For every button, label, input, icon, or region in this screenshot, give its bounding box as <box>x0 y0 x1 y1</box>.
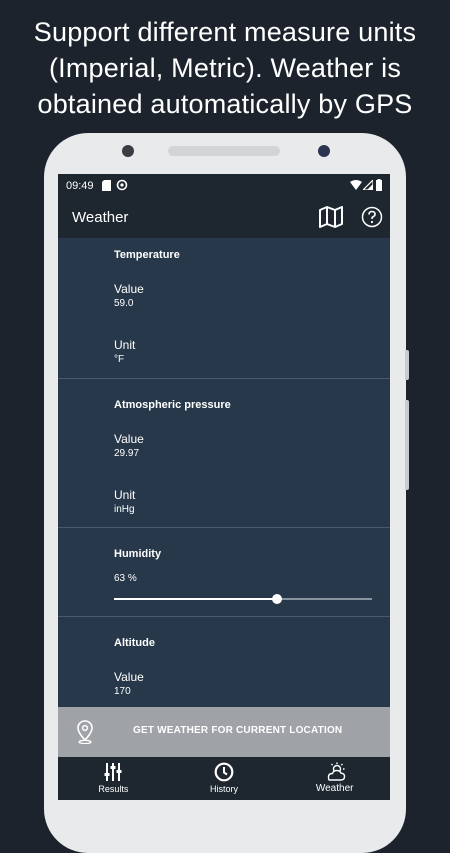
section-divider <box>58 616 390 617</box>
map-icon[interactable] <box>319 206 343 228</box>
pressure-unit[interactable]: inHg <box>114 504 135 515</box>
pressure-value-label: Value <box>114 432 144 446</box>
sync-icon <box>116 179 128 191</box>
pressure-unit-label: Unit <box>114 488 136 502</box>
phone-speaker <box>168 146 280 156</box>
nav-history-label: History <box>210 784 239 794</box>
nav-weather[interactable]: Weather <box>279 757 390 800</box>
sd-card-icon <box>102 180 111 191</box>
headline-line-3: obtained automatically by GPS <box>37 89 413 119</box>
humidity-value: 63 % <box>114 573 137 584</box>
temperature-unit-label: Unit <box>114 338 136 352</box>
headline-line-2: (Imperial, Metric). Weather is <box>48 53 402 83</box>
phone-front-camera <box>318 145 330 157</box>
status-time: 09:49 <box>66 180 94 192</box>
help-icon[interactable] <box>361 206 383 228</box>
humidity-slider[interactable] <box>114 594 372 604</box>
wifi-icon <box>350 180 362 190</box>
nav-results[interactable]: Results <box>58 757 169 800</box>
nav-history[interactable]: History <box>169 757 280 800</box>
battery-icon <box>376 179 382 191</box>
status-bar: 09:49 <box>58 174 390 198</box>
section-divider <box>58 378 390 379</box>
signal-icon <box>363 180 373 190</box>
clock-icon <box>214 762 234 782</box>
headline-line-1: Support different measure units <box>33 17 417 47</box>
nav-weather-label: Weather <box>315 783 354 794</box>
sliders-icon <box>104 763 122 781</box>
pressure-title: Atmospheric pressure <box>114 399 231 411</box>
app-bar: Weather <box>58 198 390 238</box>
altitude-title: Altitude <box>114 637 155 649</box>
temperature-title: Temperature <box>114 249 180 261</box>
weather-cloud-sun-icon <box>327 762 345 781</box>
get-weather-label: GET WEATHER FOR CURRENT LOCATION <box>133 725 343 736</box>
humidity-slider-fill <box>114 598 277 600</box>
phone-sensor <box>122 145 134 157</box>
humidity-slider-thumb[interactable] <box>271 594 282 604</box>
location-pin-icon <box>77 720 93 744</box>
altitude-value-label: Value <box>114 670 144 684</box>
headline: Support different measure units (Imperia… <box>0 14 450 122</box>
phone-volume-button <box>405 350 409 380</box>
app-screen: 09:49 Weather Temperature Value 59.0 Uni… <box>58 174 390 800</box>
get-weather-button[interactable]: GET WEATHER FOR CURRENT LOCATION <box>58 707 390 757</box>
bottom-navigation: Results History Weather <box>58 757 390 800</box>
temperature-value[interactable]: 59.0 <box>114 298 133 309</box>
humidity-title: Humidity <box>114 548 162 560</box>
altitude-value[interactable]: 170 <box>114 686 131 697</box>
app-title: Weather <box>72 209 129 226</box>
pressure-value[interactable]: 29.97 <box>114 448 139 459</box>
phone-power-button <box>405 400 409 490</box>
nav-results-label: Results <box>98 784 129 794</box>
section-divider <box>58 527 390 528</box>
temperature-value-label: Value <box>114 282 144 296</box>
temperature-unit[interactable]: °F <box>114 354 124 365</box>
